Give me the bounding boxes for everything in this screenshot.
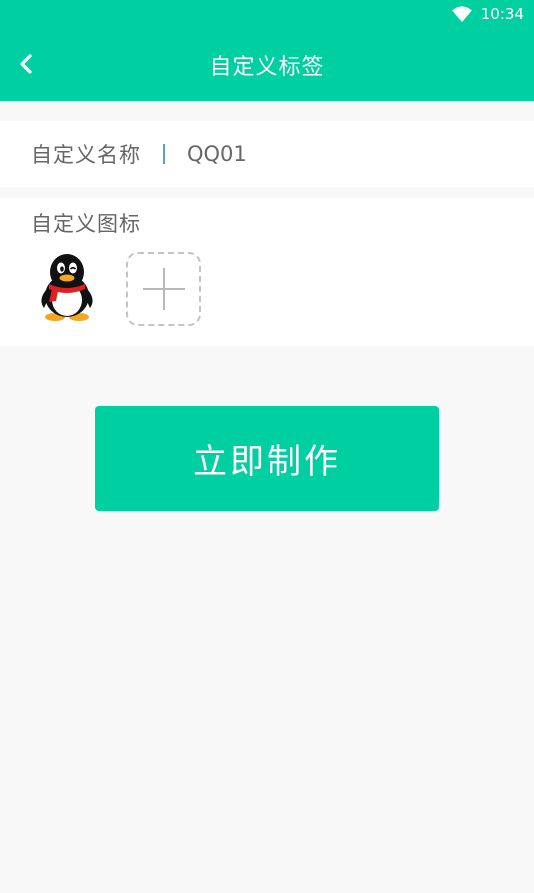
custom-name-row: 自定义名称 QQ01 <box>0 121 534 187</box>
add-icon-button[interactable] <box>126 252 201 326</box>
page-title: 自定义标签 <box>209 54 325 80</box>
make-now-button[interactable]: 立即制作 <box>95 406 439 511</box>
status-bar: 10:34 <box>0 0 534 28</box>
name-divider <box>163 144 165 164</box>
wifi-icon <box>451 6 472 23</box>
custom-name-label: 自定义名称 <box>31 143 141 167</box>
status-time: 10:34 <box>480 5 524 23</box>
qq-penguin-icon[interactable] <box>36 252 98 322</box>
app-bar: 自定义标签 <box>0 28 534 101</box>
custom-name-input[interactable]: QQ01 <box>187 142 247 166</box>
custom-icon-label: 自定义图标 <box>31 212 141 236</box>
custom-icon-section: 自定义图标 <box>0 198 534 346</box>
plus-icon <box>142 268 185 310</box>
